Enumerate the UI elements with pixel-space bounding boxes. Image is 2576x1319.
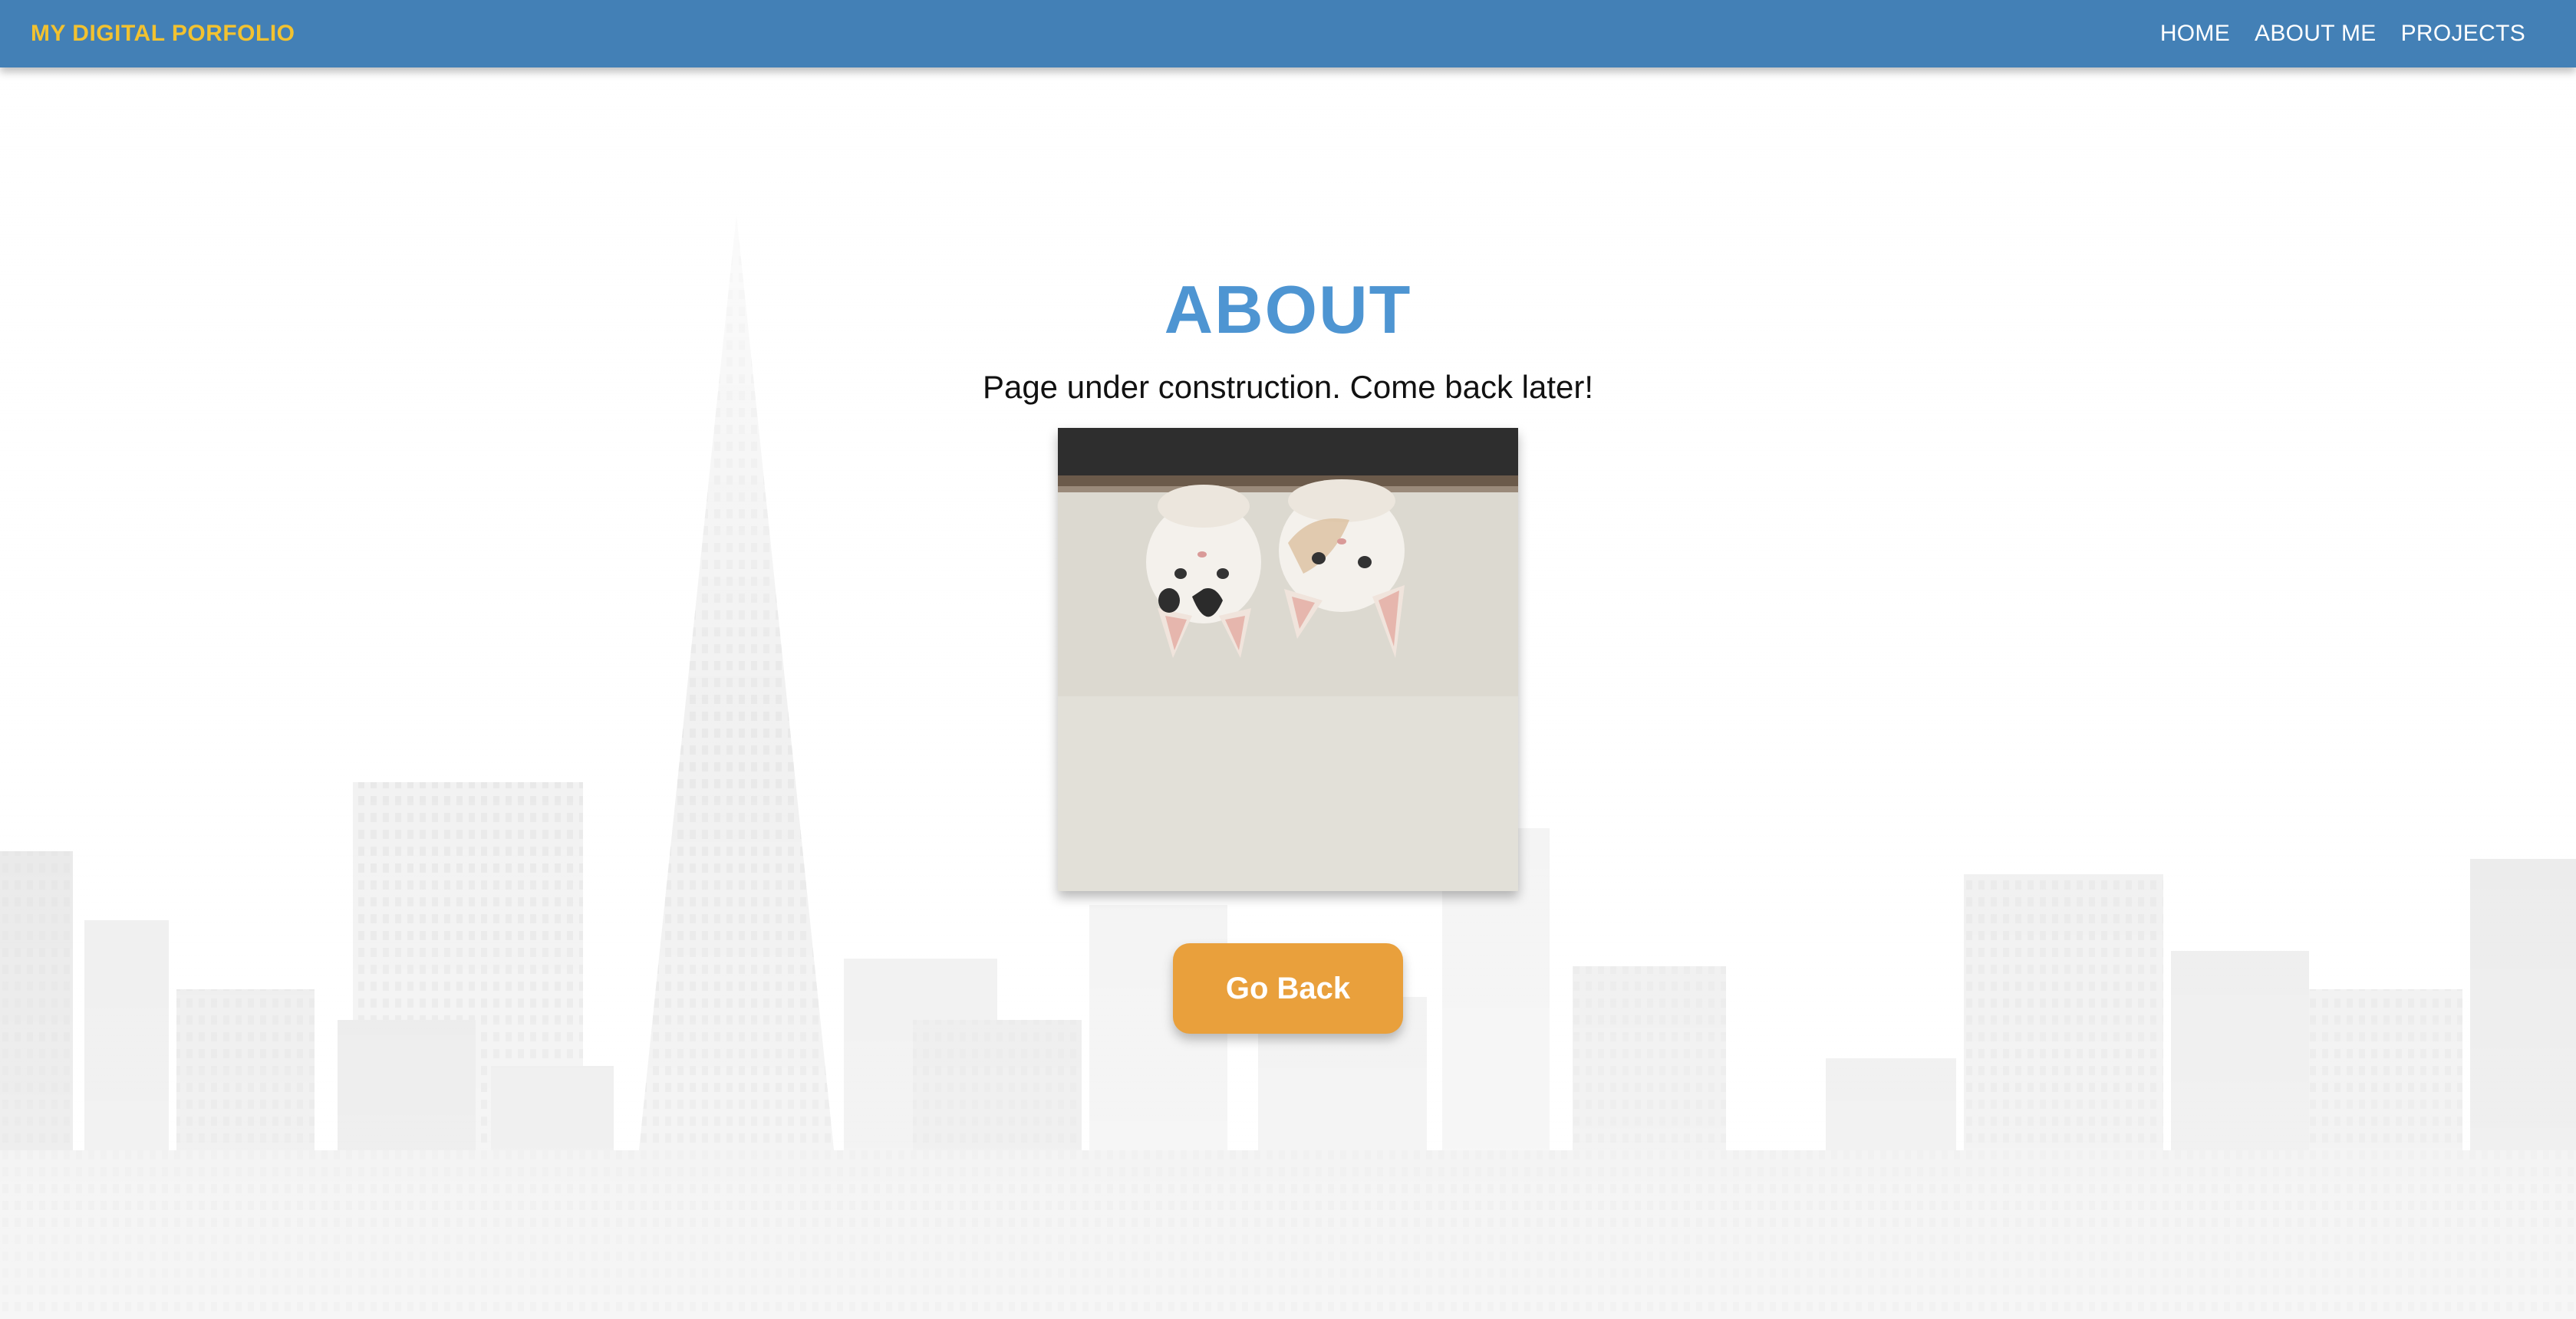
go-back-button[interactable]: Go Back (1173, 943, 1403, 1034)
construction-message: Page under construction. Come back later… (982, 369, 1594, 405)
cats-photo (1058, 428, 1518, 891)
nav-link-about-me[interactable]: ABOUT ME (2255, 21, 2377, 47)
page: MY DIGITAL PORFOLIO HOME ABOUT ME PROJEC… (0, 0, 2576, 1319)
page-title: ABOUT (1164, 271, 1412, 347)
navbar: MY DIGITAL PORFOLIO HOME ABOUT ME PROJEC… (0, 0, 2576, 67)
nav-links: HOME ABOUT ME PROJECTS (2160, 21, 2525, 47)
brand-logo-link[interactable]: MY DIGITAL PORFOLIO (31, 21, 295, 47)
nav-link-home[interactable]: HOME (2160, 21, 2230, 47)
main-content: ABOUT Page under construction. Come back… (0, 261, 2576, 1034)
nav-link-projects[interactable]: PROJECTS (2401, 21, 2525, 47)
